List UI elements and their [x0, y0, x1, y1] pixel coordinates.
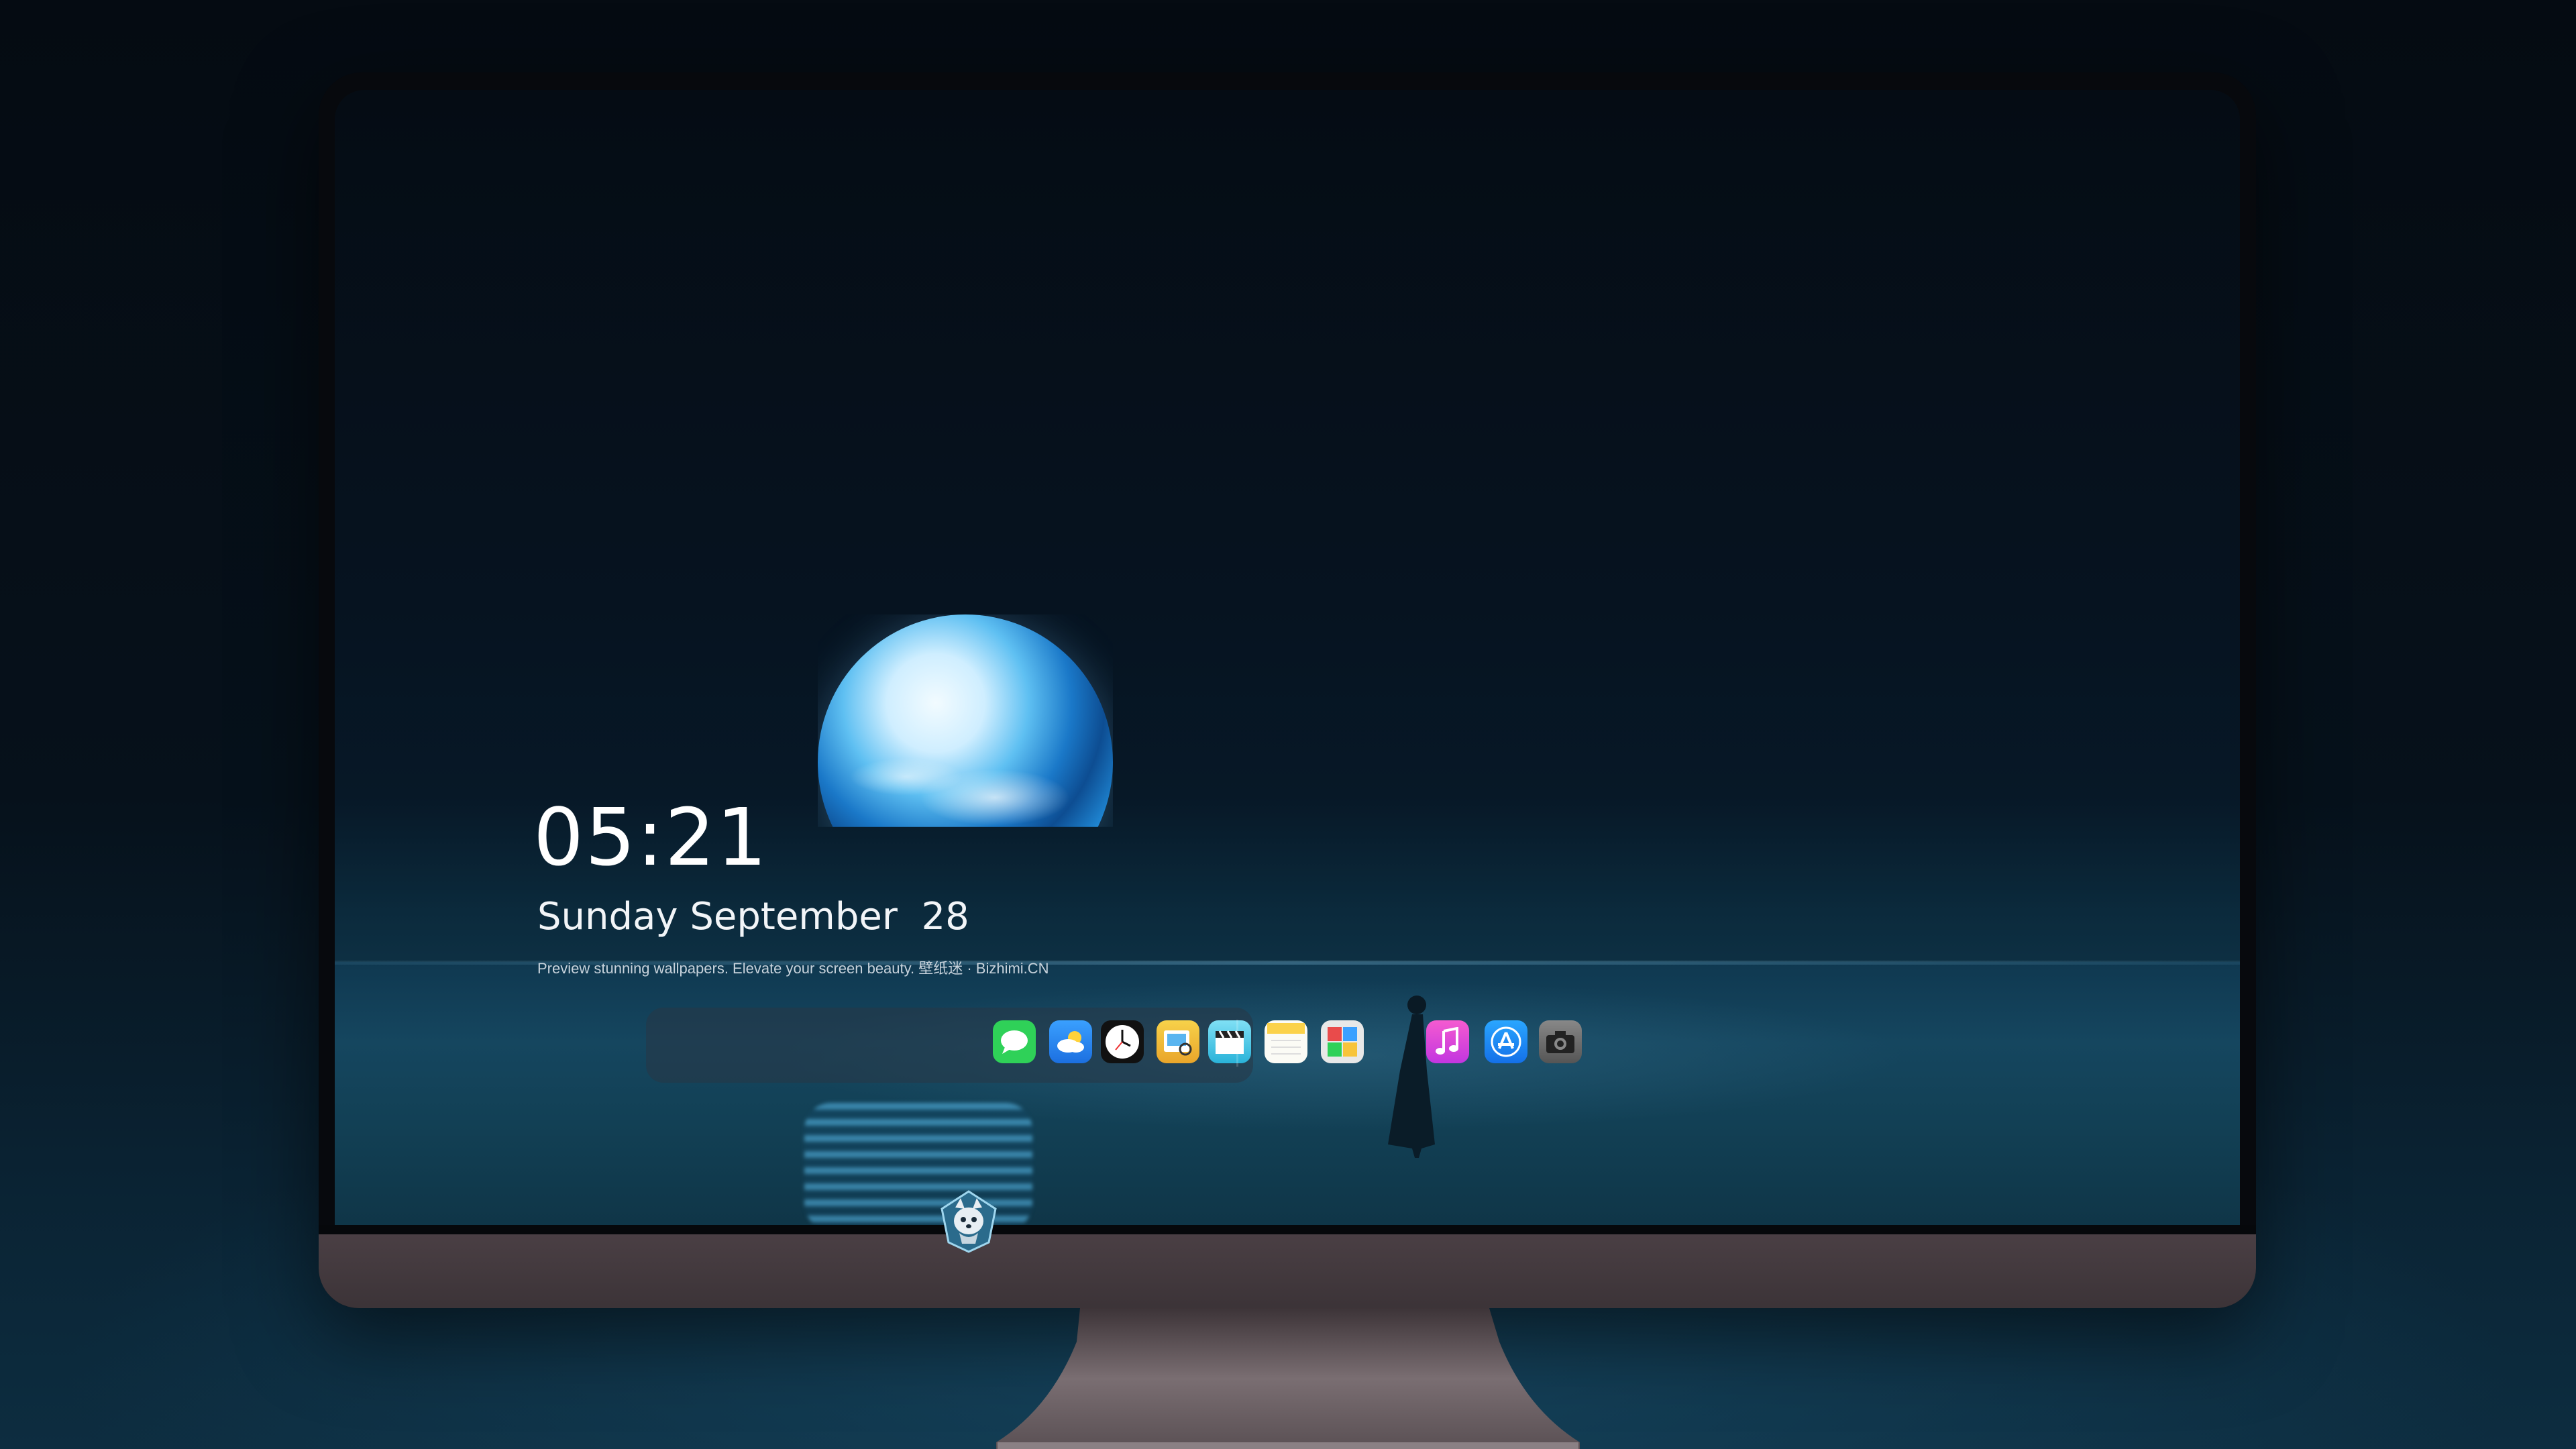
app-store-icon	[1491, 1026, 1521, 1057]
sea-wallpaper	[335, 962, 2240, 1230]
music-app-icon[interactable]	[1426, 1020, 1469, 1063]
desktop-scene: 05:21 Sunday September 28 Preview stunni…	[0, 0, 2576, 1449]
photo-grid-icon	[1328, 1027, 1357, 1057]
clips-app-icon[interactable]	[1208, 1020, 1251, 1063]
photo-booth-app-icon[interactable]	[1321, 1020, 1364, 1063]
monitor: 05:21 Sunday September 28 Preview stunni…	[319, 72, 2256, 1308]
planet-wallpaper-image	[818, 614, 1113, 827]
lock-screen-date: Sunday September 28	[537, 895, 969, 938]
chat-bubble-icon	[1001, 1030, 1028, 1054]
messages-icon[interactable]	[993, 1020, 1036, 1063]
standing-figure-silhouette	[1388, 996, 1435, 1158]
music-note-icon	[1436, 1027, 1458, 1055]
clock-icon	[1106, 1025, 1139, 1059]
husky-mascot-logo-icon	[941, 1190, 997, 1253]
dock-separator	[1236, 1020, 1238, 1067]
preview-icon	[1164, 1030, 1192, 1056]
notes-app-icon[interactable]	[1265, 1020, 1307, 1063]
app-store-app-icon[interactable]	[1485, 1020, 1527, 1063]
camera-app-icon[interactable]	[1539, 1020, 1582, 1063]
monitor-stand	[996, 1308, 1580, 1449]
preview-app-icon[interactable]	[1157, 1020, 1199, 1063]
weather-icon[interactable]	[1049, 1020, 1092, 1063]
clock-app-icon[interactable]	[1101, 1020, 1144, 1063]
monitor-chin	[319, 1225, 2256, 1308]
wallpaper-caption: Preview stunning wallpapers. Elevate you…	[537, 960, 1049, 977]
lock-screen-clock: 05:21	[533, 791, 769, 883]
camera-icon	[1546, 1031, 1574, 1053]
cloud-sun-icon	[1057, 1031, 1084, 1053]
notes-icon	[1267, 1023, 1305, 1055]
clapperboard-icon	[1216, 1030, 1244, 1054]
